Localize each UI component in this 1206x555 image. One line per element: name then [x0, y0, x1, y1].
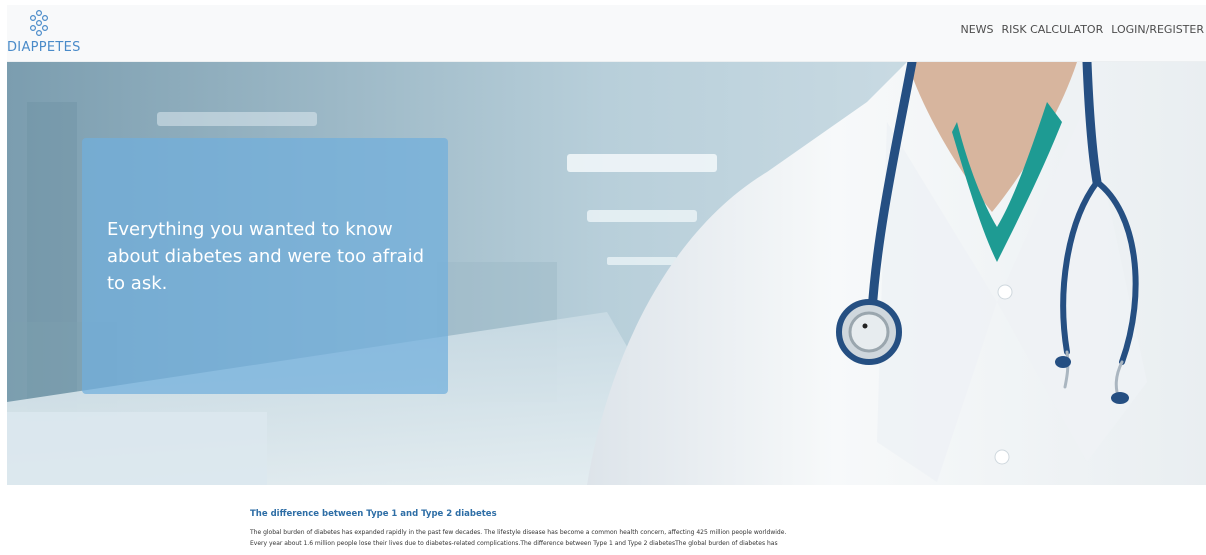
nav-news-link[interactable]: NEWS	[960, 23, 993, 36]
brand-name: DIAPPETES	[7, 40, 81, 55]
nav-login-register-link[interactable]: LOGIN/REGISTER	[1111, 23, 1204, 36]
article-excerpt: The global burden of diabetes has expand…	[250, 527, 970, 549]
nav-risk-calculator-link[interactable]: RISK CALCULATOR	[1002, 23, 1104, 36]
molecule-logo-icon	[29, 10, 49, 36]
article-title-link[interactable]: The difference between Type 1 and Type 2…	[250, 509, 970, 519]
hero-banner: Everything you wanted to know about diab…	[7, 62, 1206, 485]
hero-headline: Everything you wanted to know about diab…	[107, 219, 425, 294]
article-excerpt-line: Every year about 1.6 million people lose…	[250, 540, 778, 547]
top-navbar: DIAPPETES NEWS RISK CALCULATOR LOGIN/REG…	[7, 5, 1206, 62]
hero-card: Everything you wanted to know about diab…	[82, 138, 448, 394]
article-preview: The difference between Type 1 and Type 2…	[250, 509, 970, 549]
page: DIAPPETES NEWS RISK CALCULATOR LOGIN/REG…	[0, 0, 1206, 555]
brand-logo[interactable]: DIAPPETES	[7, 10, 87, 56]
main-nav: NEWS RISK CALCULATOR LOGIN/REGISTER	[960, 23, 1204, 36]
article-excerpt-line: The global burden of diabetes has expand…	[250, 529, 787, 536]
